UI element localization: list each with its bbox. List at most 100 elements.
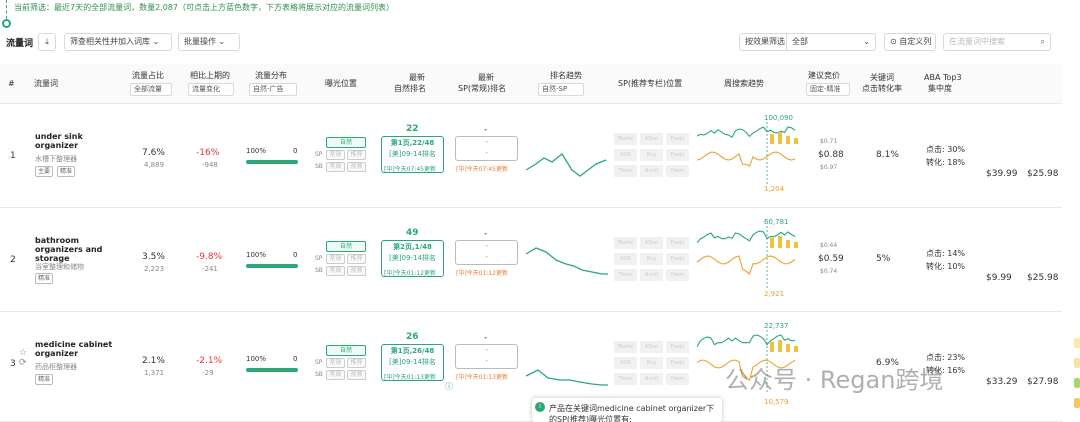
bid-select[interactable]: 固定-精准 — [806, 83, 850, 96]
gear-icon: ⊙ — [890, 37, 897, 46]
expo-sb-normal[interactable]: 常规 — [326, 370, 345, 380]
expo-sp-normal[interactable]: 常规 — [326, 150, 345, 160]
weekly-peak: 60,781 — [764, 218, 789, 226]
sp-rec-cell: Them — [666, 373, 689, 385]
keyword-text[interactable]: under sink organizer — [35, 132, 115, 150]
sp-rank: - — [484, 333, 488, 343]
trend-select[interactable]: 自然-SP — [538, 83, 584, 96]
col-cvr-2[interactable]: 点击转化率 — [862, 83, 902, 94]
sp-rec-cell: Bund — [640, 373, 663, 385]
sp-rank-dash: - — [485, 242, 488, 250]
table-row[interactable]: 2 bathroom organizers and storage 浴室整理和储物精… — [0, 208, 1062, 312]
weekly-low: 1,204 — [764, 185, 785, 193]
custom-columns-button[interactable]: ⊙ 自定义列 — [884, 33, 936, 51]
toolbar: 流量词 ⤓ 筛查相关性并加入词库 ⌄ 批量操作 ⌄ 按效果筛选 全部 ⌄ ⊙ 自定… — [0, 30, 1062, 54]
share-value: 3.5% — [142, 252, 165, 262]
keyword-text[interactable]: bathroom organizers and storage — [35, 236, 115, 263]
prev-change: -2.1% — [196, 356, 223, 366]
share-select[interactable]: 全部流量 — [130, 83, 172, 96]
col-aba-1: ABA Top3 — [924, 73, 962, 82]
share-value: 7.6% — [142, 148, 165, 158]
add-to-library-button[interactable]: 筛查相关性并加入词库 ⌄ — [64, 33, 172, 51]
rank-updated: [中]今天01:12更新 — [384, 270, 436, 277]
col-index: # — [8, 79, 15, 88]
star-icon[interactable]: ☆ — [19, 348, 27, 358]
rank-updated: [中]今天07:45更新 — [384, 166, 436, 173]
natural-rank: 49 — [406, 228, 419, 238]
prev-select[interactable]: 流量变化 — [188, 83, 234, 96]
sp-rank: - — [484, 229, 488, 239]
expo-sp-normal[interactable]: 常规 — [326, 358, 345, 368]
batch-operation-button[interactable]: 批量操作 ⌄ — [178, 33, 240, 51]
share-value: 2.1% — [142, 356, 165, 366]
download-icon[interactable]: ⤓ — [38, 33, 56, 51]
keyword-tag[interactable]: 精准 — [35, 273, 54, 284]
search-icon[interactable]: ⌕ — [1041, 34, 1045, 50]
bid-value: $0.59 — [818, 254, 844, 264]
expo-sb-video[interactable]: 视频 — [347, 370, 366, 380]
row-index: 2 — [10, 255, 16, 265]
sp-rec-cell: ROS — [614, 149, 637, 161]
sp-rec-cell: 4Star — [640, 133, 663, 145]
sp-rank-box[interactable]: -- — [455, 344, 518, 369]
sp-rank-dash: - — [485, 138, 488, 146]
col-bid: 建议竞价 — [808, 71, 840, 80]
col-sp-2[interactable]: SP(常规)排名 — [458, 83, 506, 94]
keyword-text[interactable]: medicine cabinet organizer — [35, 340, 115, 358]
table-row[interactable]: 1 under sink organizer 水槽下整理器 主要 精准 7.6% 4,889… — [0, 104, 1062, 208]
rank-page: 第1页,22/48 — [390, 139, 435, 147]
keyword-tag[interactable]: 主要 — [35, 166, 54, 177]
info-icon: i — [535, 402, 545, 412]
sp-rec-cell: Buy — [640, 357, 663, 369]
keyword-tag[interactable]: 精准 — [35, 374, 54, 385]
share-count: 4,889 — [144, 161, 165, 169]
expo-natural[interactable]: 自然 — [326, 345, 366, 356]
expo-sp-rec[interactable]: 推荐 — [347, 358, 366, 368]
sp-rank-box[interactable]: -- — [455, 240, 518, 265]
keyword-tag[interactable]: 精准 — [57, 166, 76, 177]
sp-rec-cell: Bund — [640, 165, 663, 177]
expo-natural[interactable]: 自然 — [326, 137, 366, 148]
expo-sb-video[interactable]: 视频 — [347, 162, 366, 172]
expo-sb-normal[interactable]: 常规 — [326, 162, 345, 172]
weekly-peak: 22,737 — [764, 322, 789, 330]
weekly-low: 10,579 — [764, 398, 789, 406]
expo-sb-video[interactable]: 视频 — [347, 266, 366, 276]
col-share[interactable]: 流量占比 — [132, 70, 164, 81]
info-icon[interactable]: ⓘ — [445, 381, 453, 392]
effect-filter-select[interactable]: 全部 ⌄ — [786, 33, 876, 51]
section-title: 流量词 — [6, 39, 34, 49]
share-count: 2,223 — [144, 265, 165, 273]
expo-natural[interactable]: 自然 — [326, 241, 366, 252]
expo-sb-normal[interactable]: 常规 — [326, 266, 345, 276]
prev-count: -241 — [202, 265, 218, 273]
weekly-low: 2,921 — [764, 290, 785, 298]
sp-rec-cell: Them — [666, 269, 689, 281]
aba-click: 点击: 14% — [926, 249, 966, 258]
sp-rec-cell: 4Star — [640, 341, 663, 353]
bid-high: $0.44 — [820, 242, 838, 249]
timeline-dot — [2, 19, 11, 28]
refresh-icon[interactable]: ⟳ — [19, 358, 27, 368]
sp-rec-cell: 4Star — [640, 237, 663, 249]
popup-text: 产品在关键词medicine cabinet organizer下的SP(推荐)… — [549, 404, 715, 422]
price-2: $27.98 — [1027, 377, 1059, 387]
swatch — [1074, 398, 1080, 408]
search-input[interactable]: 在流量词中搜索 ⌕ — [943, 33, 1051, 51]
dist-select[interactable]: 自然-广告 — [249, 83, 297, 96]
col-natural-2[interactable]: 自然排名 — [394, 83, 426, 94]
expo-sp-rec[interactable]: 推荐 — [347, 150, 366, 160]
col-prev[interactable]: 相比上期的 — [190, 70, 230, 81]
sp-position-popup: i 产品在关键词medicine cabinet organizer下的SP(推… — [532, 398, 722, 422]
sp-rank-dash: - — [485, 149, 488, 157]
expo-sp-rec[interactable]: 推荐 — [347, 254, 366, 264]
sp-rank: - — [484, 125, 488, 135]
expo-sp-label: SP — [315, 151, 323, 158]
keyword-translation: 水槽下整理器 — [35, 155, 77, 163]
bid-value: $0.88 — [818, 150, 844, 160]
expo-sp-normal[interactable]: 常规 — [326, 254, 345, 264]
sp-rank-box[interactable]: -- — [455, 136, 518, 161]
price-1: $33.29 — [986, 377, 1018, 387]
sp-rec-cell: Frequ — [666, 357, 689, 369]
keyword-translation: 浴室整理和储物 — [35, 263, 84, 271]
